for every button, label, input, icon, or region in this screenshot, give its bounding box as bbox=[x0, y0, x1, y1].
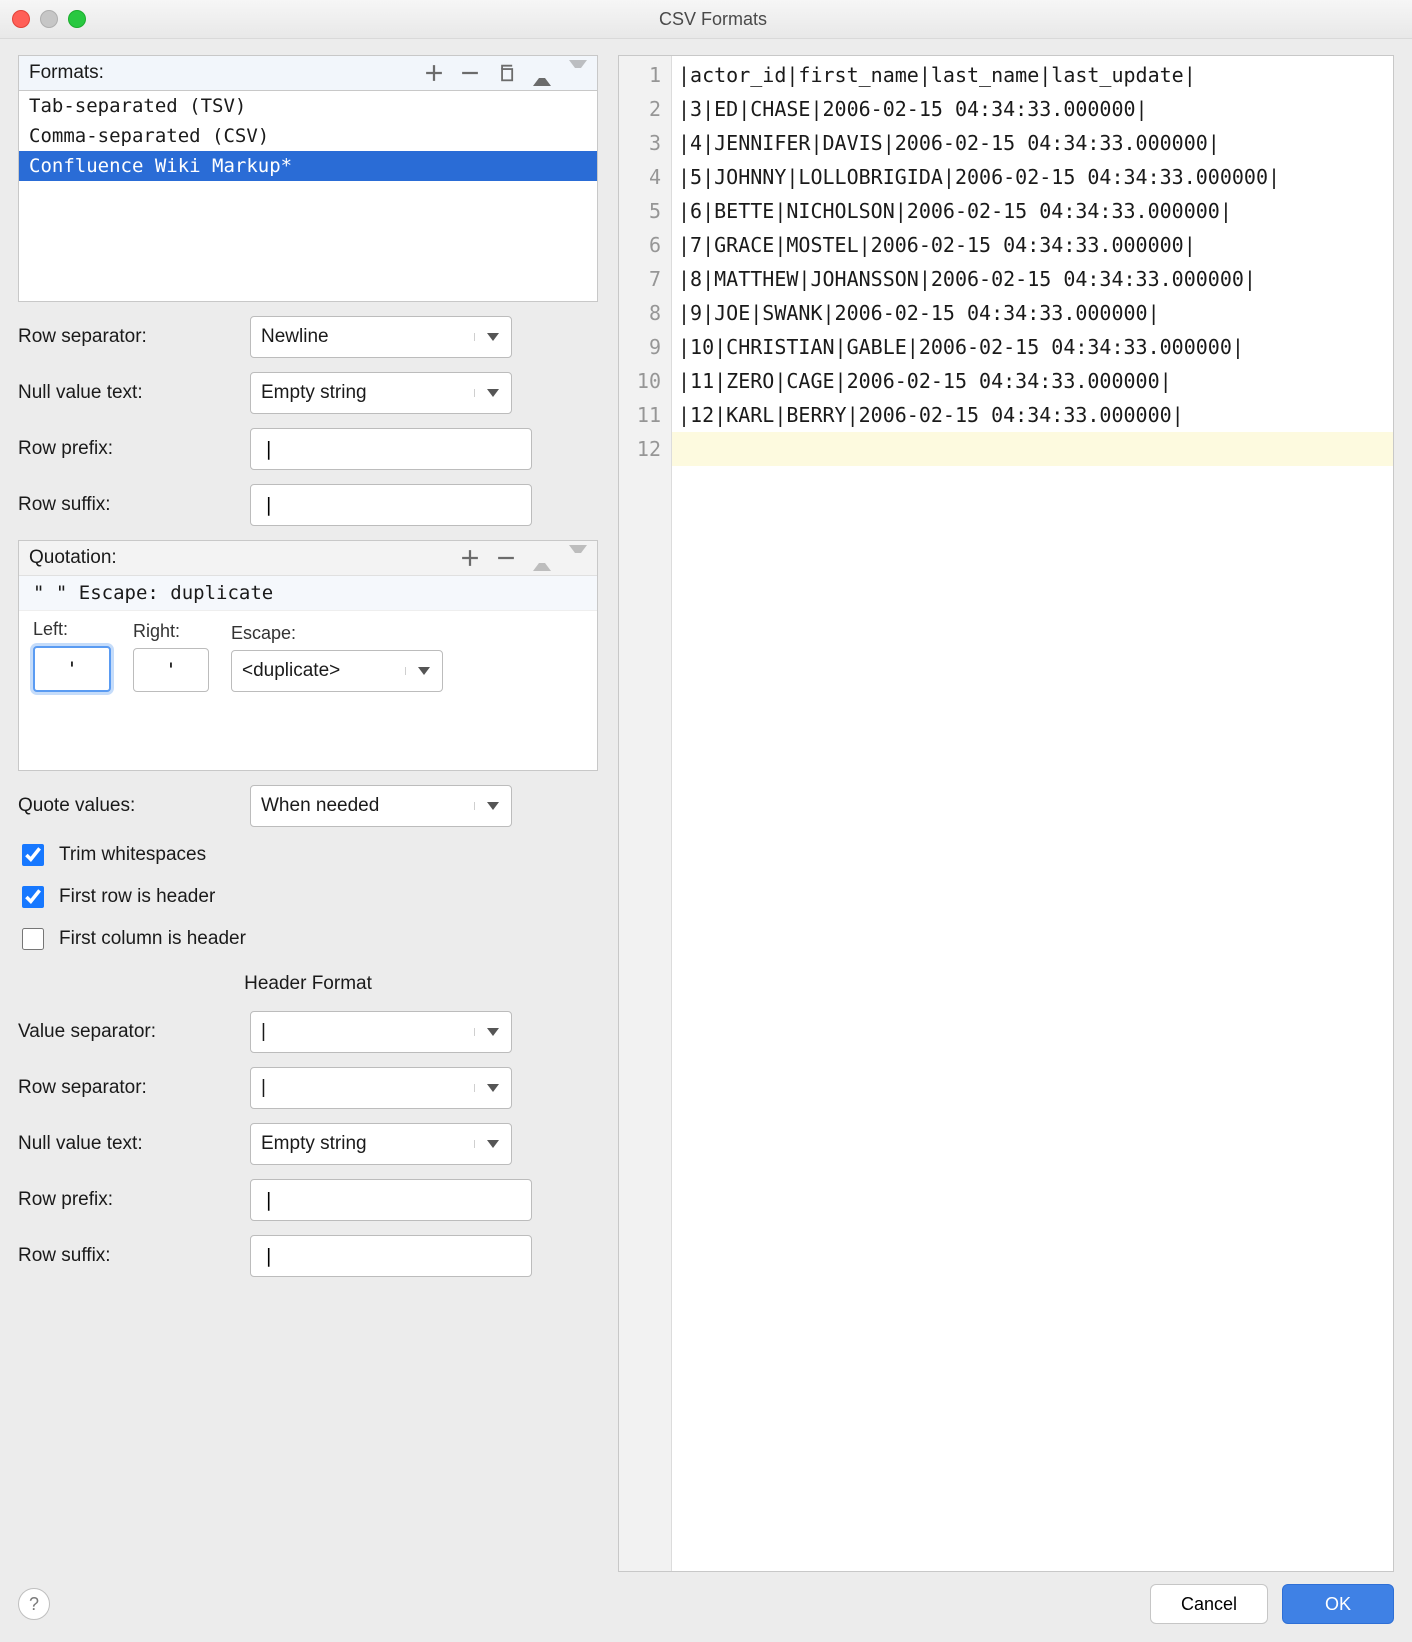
quotation-label: Quotation: bbox=[29, 547, 461, 569]
move-down-icon[interactable] bbox=[569, 64, 587, 82]
trim-whitespaces-label[interactable]: Trim whitespaces bbox=[59, 844, 206, 866]
quotation-section: Quotation: " " Escape: duplicate Left: bbox=[18, 540, 598, 771]
formats-header: Formats: bbox=[18, 55, 598, 90]
quote-right-input[interactable] bbox=[133, 648, 209, 692]
settings-panel: Formats: Tab-separated (TSV)Comma-separa… bbox=[18, 55, 598, 1572]
titlebar: CSV Formats bbox=[0, 0, 1412, 39]
hf-row-separator-label: Row separator: bbox=[18, 1077, 238, 1099]
hf-null-text-label: Null value text: bbox=[18, 1133, 238, 1155]
hf-row-separator-select[interactable]: | bbox=[250, 1067, 512, 1109]
remove-icon[interactable] bbox=[461, 64, 479, 82]
chevron-down-icon bbox=[474, 333, 511, 341]
move-down-icon[interactable] bbox=[569, 549, 587, 567]
row-suffix-label: Row suffix: bbox=[18, 494, 238, 516]
csv-formats-dialog: CSV Formats Formats: Tab-separated (TSV)… bbox=[0, 0, 1412, 1642]
hf-value-separator-select[interactable]: | bbox=[250, 1011, 512, 1053]
chevron-down-icon bbox=[474, 389, 511, 397]
add-icon[interactable] bbox=[425, 64, 443, 82]
first-column-header-label[interactable]: First column is header bbox=[59, 928, 246, 950]
chevron-down-icon bbox=[474, 1084, 511, 1092]
window-title: CSV Formats bbox=[26, 9, 1400, 30]
hf-null-text-select[interactable]: Empty string bbox=[250, 1123, 512, 1165]
row-separator-label: Row separator: bbox=[18, 326, 238, 348]
remove-icon[interactable] bbox=[497, 549, 515, 567]
null-text-label: Null value text: bbox=[18, 382, 238, 404]
formats-section: Formats: Tab-separated (TSV)Comma-separa… bbox=[18, 55, 598, 302]
quote-escape-label: Escape: bbox=[231, 623, 443, 644]
preview-pane[interactable]: 123456789101112 |actor_id|first_name|las… bbox=[618, 55, 1394, 1572]
formats-list[interactable]: Tab-separated (TSV)Comma-separated (CSV)… bbox=[18, 90, 598, 302]
hf-row-prefix-label: Row prefix: bbox=[18, 1189, 238, 1211]
chevron-down-icon bbox=[474, 1140, 511, 1148]
trim-whitespaces-checkbox[interactable] bbox=[22, 844, 44, 866]
hf-row-suffix-input[interactable] bbox=[250, 1235, 532, 1277]
help-icon[interactable]: ? bbox=[18, 1588, 50, 1620]
quote-escape-select[interactable]: <duplicate> bbox=[231, 650, 443, 692]
chevron-down-icon bbox=[474, 802, 511, 810]
quotation-summary[interactable]: " " Escape: duplicate bbox=[19, 576, 597, 611]
copy-icon[interactable] bbox=[497, 64, 515, 82]
format-item[interactable]: Confluence Wiki Markup* bbox=[19, 151, 597, 181]
quote-left-label: Left: bbox=[33, 619, 111, 640]
move-up-icon[interactable] bbox=[533, 64, 551, 82]
first-row-header-label[interactable]: First row is header bbox=[59, 886, 215, 908]
row-prefix-input[interactable] bbox=[250, 428, 532, 470]
hf-row-prefix-input[interactable] bbox=[250, 1179, 532, 1221]
line-gutter: 123456789101112 bbox=[619, 56, 672, 1571]
null-text-select[interactable]: Empty string bbox=[250, 372, 512, 414]
formats-label: Formats: bbox=[29, 62, 425, 84]
format-item[interactable]: Tab-separated (TSV) bbox=[19, 91, 597, 121]
hf-row-suffix-label: Row suffix: bbox=[18, 1245, 238, 1267]
hf-value-separator-label: Value separator: bbox=[18, 1021, 238, 1043]
first-column-header-checkbox[interactable] bbox=[22, 928, 44, 950]
dialog-footer: ? Cancel OK bbox=[0, 1572, 1412, 1642]
first-row-header-checkbox[interactable] bbox=[22, 886, 44, 908]
row-prefix-label: Row prefix: bbox=[18, 438, 238, 460]
row-separator-select[interactable]: Newline bbox=[250, 316, 512, 358]
row-suffix-input[interactable] bbox=[250, 484, 532, 526]
preview-content: |actor_id|first_name|last_name|last_upda… bbox=[672, 56, 1393, 1571]
header-format-title: Header Format bbox=[18, 973, 598, 995]
chevron-down-icon bbox=[405, 667, 442, 675]
chevron-down-icon bbox=[474, 1028, 511, 1036]
quote-left-input[interactable] bbox=[33, 646, 111, 692]
ok-button[interactable]: OK bbox=[1282, 1584, 1394, 1624]
format-item[interactable]: Comma-separated (CSV) bbox=[19, 121, 597, 151]
move-up-icon[interactable] bbox=[533, 549, 551, 567]
cancel-button[interactable]: Cancel bbox=[1150, 1584, 1268, 1624]
quote-values-label: Quote values: bbox=[18, 795, 238, 817]
quote-right-label: Right: bbox=[133, 621, 209, 642]
add-icon[interactable] bbox=[461, 549, 479, 567]
quote-values-select[interactable]: When needed bbox=[250, 785, 512, 827]
